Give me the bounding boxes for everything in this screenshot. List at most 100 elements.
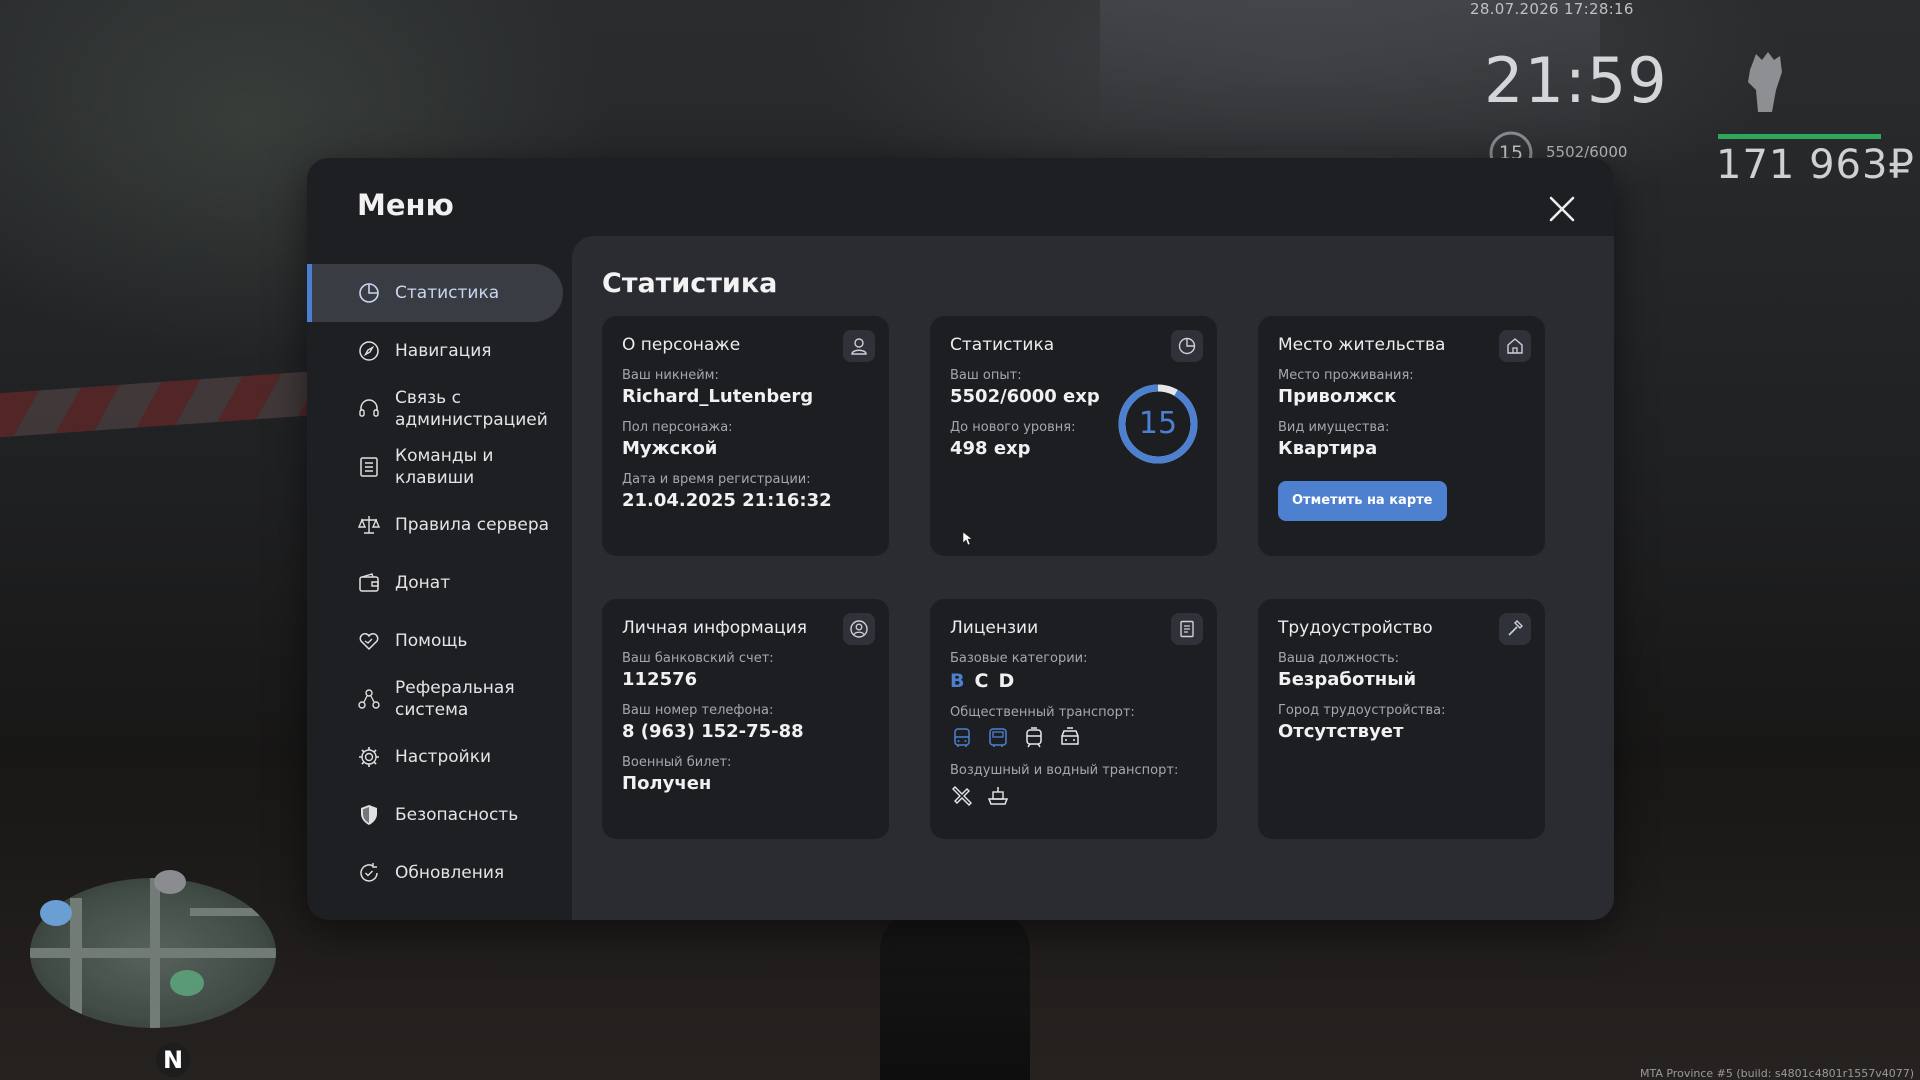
sidebar-item-label: Правила сервера (395, 515, 550, 535)
sidebar-item-label: Навигация (395, 341, 492, 361)
user-icon (843, 330, 875, 362)
card-title: Лицензии (950, 618, 1039, 638)
sidebar-item-rules[interactable]: Правила сервера (307, 496, 563, 554)
base-categories-label: Базовые категории: (950, 651, 1088, 666)
property-value: Квартира (1278, 438, 1378, 459)
hud-health-bar (1718, 134, 1881, 139)
sidebar-item-security[interactable]: Безопасность (307, 786, 563, 844)
phone-label: Ваш номер телефона: (622, 703, 774, 718)
content-panel: Статистика О персонаже Ваш никнейм: Rich… (572, 236, 1614, 920)
hud-time: 21:59 (1484, 44, 1668, 117)
hud-money: 171 963₽ (1716, 142, 1915, 188)
background-barrier (0, 370, 320, 438)
character-card: О персонаже Ваш никнейм: Richard_Lutenbe… (602, 316, 889, 556)
content-title: Статистика (602, 268, 778, 299)
employment-card: Трудоустройство Ваша должность: Безработ… (1258, 599, 1545, 839)
registration-value: 21.04.2025 21:16:32 (622, 490, 832, 511)
sidebar-item-label: Настройки (395, 747, 492, 767)
modal-title: Меню (357, 188, 454, 222)
sidebar-item-contact-admin[interactable]: Связь с администрацией (307, 380, 563, 438)
sidebar: Статистика Навигация Связь с администрац… (307, 264, 563, 902)
sidebar-item-donate[interactable]: Донат (307, 554, 563, 612)
license-categories: B C D (950, 670, 1197, 692)
residence-card: Место жительства Место проживания: Приво… (1258, 316, 1545, 556)
headset-icon (359, 399, 379, 417)
close-icon[interactable] (1547, 194, 1577, 224)
level-number: 15 (1138, 406, 1178, 441)
bank-value: 112576 (622, 669, 698, 690)
menu-modal: Меню Статистика Навигация Связь с админи… (307, 158, 1614, 920)
list-icon (360, 457, 378, 477)
minimap-shirt-icon (40, 900, 72, 926)
card-title: Статистика (950, 335, 1055, 355)
category-d: D (998, 670, 1015, 692)
nickname-value: Richard_Lutenberg (622, 386, 814, 407)
public-transport-icons (950, 726, 1197, 750)
refresh-check-icon (360, 863, 378, 882)
plane-icon (952, 786, 972, 806)
phone-value: 8 (963) 152-75-88 (622, 721, 804, 742)
gender-value: Мужской (622, 438, 718, 459)
personal-info-card: Личная информация Ваш банковский счет: 1… (602, 599, 889, 839)
position-value: Безработный (1278, 669, 1417, 690)
sidebar-item-label: Реферальная система (395, 678, 515, 720)
sidebar-item-label: Помощь (395, 631, 468, 651)
mouse-cursor-icon (963, 532, 973, 546)
air-water-label: Воздушный и водный транспорт: (950, 763, 1179, 778)
sidebar-item-navigation[interactable]: Навигация (307, 322, 563, 380)
sidebar-item-label: Связь с администрацией (395, 388, 548, 430)
place-label: Место проживания: (1278, 368, 1414, 383)
sidebar-item-updates[interactable]: Обновления (307, 844, 563, 902)
nickname-label: Ваш никнейм: (622, 368, 719, 383)
employment-city-value: Отсутствует (1278, 721, 1404, 742)
minimap-north-icon: N (156, 1043, 190, 1077)
build-info: MTA Province #5 (build: s4801c4801r1557v… (1639, 1067, 1914, 1080)
public-transport-label: Общественный транспорт: (950, 705, 1135, 720)
stats-card: Статистика Ваш опыт: 5502/6000 exp До но… (930, 316, 1217, 556)
sidebar-item-label: Безопасность (395, 805, 519, 825)
employment-city-label: Город трудоустройства: (1278, 703, 1446, 718)
military-label: Военный билет: (622, 755, 732, 770)
boat-icon (987, 787, 1009, 805)
gear-icon (359, 747, 379, 767)
card-title: О персонаже (622, 335, 741, 355)
hammer-icon (1499, 613, 1531, 645)
hud-date: 28.07.2026 17:28:16 (1470, 0, 1634, 18)
referral-icon (358, 689, 380, 709)
card-title: Трудоустройство (1278, 618, 1433, 638)
registration-label: Дата и время регистрации: (622, 472, 811, 487)
mark-on-map-button[interactable]: Отметить на карте (1278, 481, 1447, 521)
sidebar-item-settings[interactable]: Настройки (307, 728, 563, 786)
sidebar-item-label: Обновления (395, 863, 505, 883)
user-circle-icon (843, 613, 875, 645)
sidebar-item-label: Статистика (395, 283, 500, 303)
card-title: Место жительства (1278, 335, 1446, 355)
minimap (30, 878, 276, 1028)
category-b: B (950, 670, 965, 692)
sidebar-item-label: Донат (395, 573, 451, 593)
minimap-vehicle-icon (154, 870, 186, 894)
sidebar-item-referral[interactable]: Реферальная система (307, 670, 563, 728)
place-value: Приволжск (1278, 386, 1397, 407)
card-title: Личная информация (622, 618, 808, 638)
military-value: Получен (622, 773, 712, 794)
shield-icon (361, 805, 377, 825)
bus-icon (954, 728, 970, 747)
scales-icon (357, 516, 381, 534)
pie-chart-icon (359, 283, 379, 303)
sidebar-item-commands[interactable]: Команды и клавиши (307, 438, 563, 496)
home-icon (1499, 330, 1531, 362)
fist-icon (1748, 52, 1782, 112)
tram-icon (1026, 727, 1042, 748)
clock-chart-icon (1171, 330, 1203, 362)
wallet-icon (359, 573, 379, 592)
sidebar-item-label: Команды и клавиши (395, 446, 494, 488)
sidebar-item-statistics[interactable]: Статистика (307, 264, 563, 322)
licenses-card: Лицензии Базовые категории: B C D Общест… (930, 599, 1217, 839)
gender-label: Пол персонажа: (622, 420, 733, 435)
compass-icon (359, 341, 379, 361)
minimap-bus-icon (170, 970, 204, 996)
exp-label: Ваш опыт: (950, 368, 1022, 383)
sidebar-item-help[interactable]: Помощь (307, 612, 563, 670)
heart-hands-icon (359, 633, 379, 651)
